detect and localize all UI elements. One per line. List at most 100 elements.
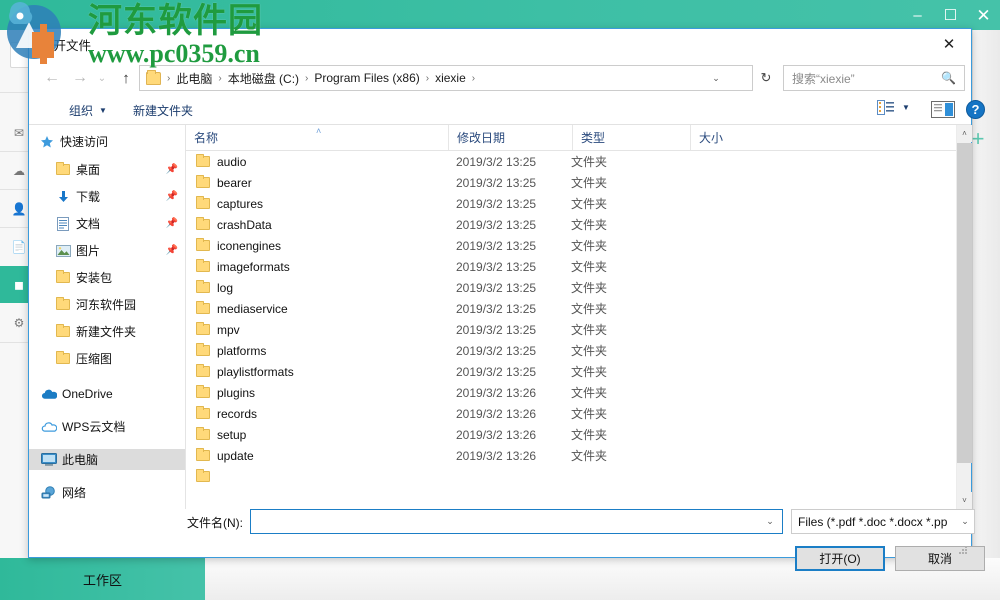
- search-input[interactable]: 搜索“xiexie” 🔍: [783, 65, 965, 91]
- sidebar-item-thumbnails[interactable]: 压缩图: [29, 348, 185, 369]
- chevron-down-icon[interactable]: ⌄: [760, 510, 780, 533]
- breadcrumb-xiexie[interactable]: xiexie: [433, 71, 468, 85]
- scrollbar-thumb[interactable]: [957, 143, 972, 463]
- table-row[interactable]: imageformats 2019/3/2 13:25 文件夹: [186, 256, 956, 277]
- file-name-cell[interactable]: platforms: [196, 343, 266, 358]
- file-name-cell[interactable]: mpv: [196, 322, 240, 337]
- preview-pane-button[interactable]: [931, 101, 955, 121]
- scroll-down-icon[interactable]: ˅: [957, 492, 972, 509]
- table-row[interactable]: update 2019/3/2 13:26 文件夹: [186, 445, 956, 466]
- maximize-icon[interactable]: ☐: [934, 0, 967, 30]
- file-list[interactable]: audio 2019/3/2 13:25 文件夹 bearer 2019/3/2…: [186, 151, 956, 491]
- file-name-cell[interactable]: playlistformats: [196, 364, 294, 379]
- vertical-scrollbar[interactable]: ˄ ˅: [956, 125, 972, 509]
- sidebar-item-new-folder[interactable]: 新建文件夹: [29, 321, 185, 342]
- picture-icon: [55, 243, 71, 259]
- resize-grip[interactable]: [958, 545, 968, 555]
- file-name-cell[interactable]: log: [196, 280, 233, 295]
- close-icon[interactable]: ✕: [967, 0, 1000, 30]
- file-name-cell[interactable]: update: [196, 448, 254, 463]
- chevron-down-icon: ▼: [99, 105, 107, 115]
- file-name-cell[interactable]: records: [196, 406, 257, 421]
- sidebar-item-wps-cloud[interactable]: WPS云文档: [29, 416, 185, 437]
- sidebar-item-pictures[interactable]: 图片 📌: [29, 240, 185, 261]
- table-row[interactable]: setup 2019/3/2 13:26 文件夹: [186, 424, 956, 445]
- table-row[interactable]: audio 2019/3/2 13:25 文件夹: [186, 151, 956, 172]
- file-name-cell[interactable]: [196, 469, 217, 482]
- table-row[interactable]: log 2019/3/2 13:25 文件夹: [186, 277, 956, 298]
- file-name-cell[interactable]: mediaservice: [196, 301, 288, 316]
- table-row[interactable]: plugins 2019/3/2 13:26 文件夹: [186, 382, 956, 403]
- pin-icon[interactable]: 📌: [166, 245, 178, 256]
- chevron-down-icon[interactable]: ⌄: [706, 66, 726, 90]
- sidebar-item-hedong[interactable]: 河东软件园: [29, 294, 185, 315]
- sidebar-item-network[interactable]: 网络: [29, 482, 185, 503]
- sidebar-item-quick-access[interactable]: 快速访问: [29, 131, 185, 152]
- file-name-cell[interactable]: imageformats: [196, 259, 290, 274]
- up-icon[interactable]: ↑: [113, 65, 139, 91]
- sidebar-item-label: 河东软件园: [76, 298, 137, 312]
- table-row[interactable]: mpv 2019/3/2 13:25 文件夹: [186, 319, 956, 340]
- sidebar-item-downloads[interactable]: 下载 📌: [29, 186, 185, 207]
- column-label: 修改日期: [457, 131, 506, 145]
- table-row[interactable]: playlistformats 2019/3/2 13:25 文件夹: [186, 361, 956, 382]
- file-type-cell: 文件夹: [571, 302, 608, 316]
- file-name-cell[interactable]: bearer: [196, 175, 252, 190]
- table-row[interactable]: records 2019/3/2 13:26 文件夹: [186, 403, 956, 424]
- folder-icon: [196, 259, 210, 272]
- folder-icon: [146, 69, 161, 85]
- file-name-cell[interactable]: captures: [196, 196, 263, 211]
- view-options-button[interactable]: ▼: [877, 100, 910, 115]
- table-row-partial[interactable]: [186, 466, 956, 487]
- minimize-icon[interactable]: –: [901, 0, 934, 30]
- table-row[interactable]: iconengines 2019/3/2 13:25 文件夹: [186, 235, 956, 256]
- breadcrumb-local-disk[interactable]: 本地磁盘 (C:): [226, 70, 301, 87]
- scroll-up-icon[interactable]: ˄: [957, 125, 972, 142]
- file-type-filter-select[interactable]: Files (*.pdf *.doc *.docx *.pp ⌄: [791, 509, 975, 534]
- pin-icon[interactable]: 📌: [166, 164, 178, 175]
- table-row[interactable]: mediaservice 2019/3/2 13:25 文件夹: [186, 298, 956, 319]
- table-row[interactable]: captures 2019/3/2 13:25 文件夹: [186, 193, 956, 214]
- table-row[interactable]: bearer 2019/3/2 13:25 文件夹: [186, 172, 956, 193]
- file-name-cell[interactable]: setup: [196, 427, 246, 442]
- file-name-cell[interactable]: crashData: [196, 217, 272, 232]
- file-type-cell: 文件夹: [571, 365, 608, 379]
- pin-icon[interactable]: 📌: [166, 218, 178, 229]
- column-header-size[interactable]: 大小: [690, 125, 770, 150]
- back-icon[interactable]: ←: [39, 65, 65, 91]
- doc-icon: 📄: [11, 239, 27, 254]
- cancel-button[interactable]: 取消: [895, 546, 985, 571]
- file-name-cell[interactable]: plugins: [196, 385, 255, 400]
- filename-input[interactable]: ⌄: [250, 509, 783, 534]
- sidebar-item-installers[interactable]: 安装包: [29, 267, 185, 288]
- cloud-icon: ☁: [13, 163, 25, 178]
- pin-icon[interactable]: 📌: [166, 191, 178, 202]
- file-name-cell[interactable]: audio: [196, 154, 246, 169]
- file-date-cell: 2019/3/2 13:25: [456, 364, 537, 379]
- sidebar-item-this-pc[interactable]: 此电脑: [29, 449, 185, 470]
- file-type-cell: 文件夹: [571, 386, 608, 400]
- sidebar-item-onedrive[interactable]: OneDrive: [29, 383, 185, 404]
- open-button[interactable]: 打开(O): [795, 546, 885, 571]
- dialog-title: 打开文件: [41, 39, 92, 53]
- list-view-icon: [877, 100, 894, 115]
- column-header-type[interactable]: 类型: [572, 125, 690, 150]
- help-button[interactable]: ?: [966, 100, 985, 122]
- file-type-cell: 文件夹: [571, 176, 608, 190]
- organize-button[interactable]: 组织 ▼: [69, 100, 107, 120]
- breadcrumb-this-pc[interactable]: 此电脑: [174, 70, 214, 87]
- recent-locations-icon[interactable]: ⌄: [93, 65, 111, 91]
- new-folder-button[interactable]: 新建文件夹: [133, 100, 193, 120]
- sidebar-item-documents[interactable]: 文档 📌: [29, 213, 185, 234]
- address-bar[interactable]: › 此电脑 › 本地磁盘 (C:) › Program Files (x86) …: [139, 65, 753, 91]
- close-icon[interactable]: ✕: [927, 29, 971, 59]
- workspace-bar[interactable]: 工作区: [0, 558, 205, 600]
- forward-icon[interactable]: →: [67, 65, 93, 91]
- column-header-date[interactable]: 修改日期: [448, 125, 572, 150]
- sidebar-item-desktop[interactable]: 桌面 📌: [29, 159, 185, 180]
- file-name-cell[interactable]: iconengines: [196, 238, 281, 253]
- table-row[interactable]: crashData 2019/3/2 13:25 文件夹: [186, 214, 956, 235]
- refresh-icon[interactable]: ↻: [755, 65, 777, 91]
- breadcrumb-program-files[interactable]: Program Files (x86): [312, 71, 421, 85]
- table-row[interactable]: platforms 2019/3/2 13:25 文件夹: [186, 340, 956, 361]
